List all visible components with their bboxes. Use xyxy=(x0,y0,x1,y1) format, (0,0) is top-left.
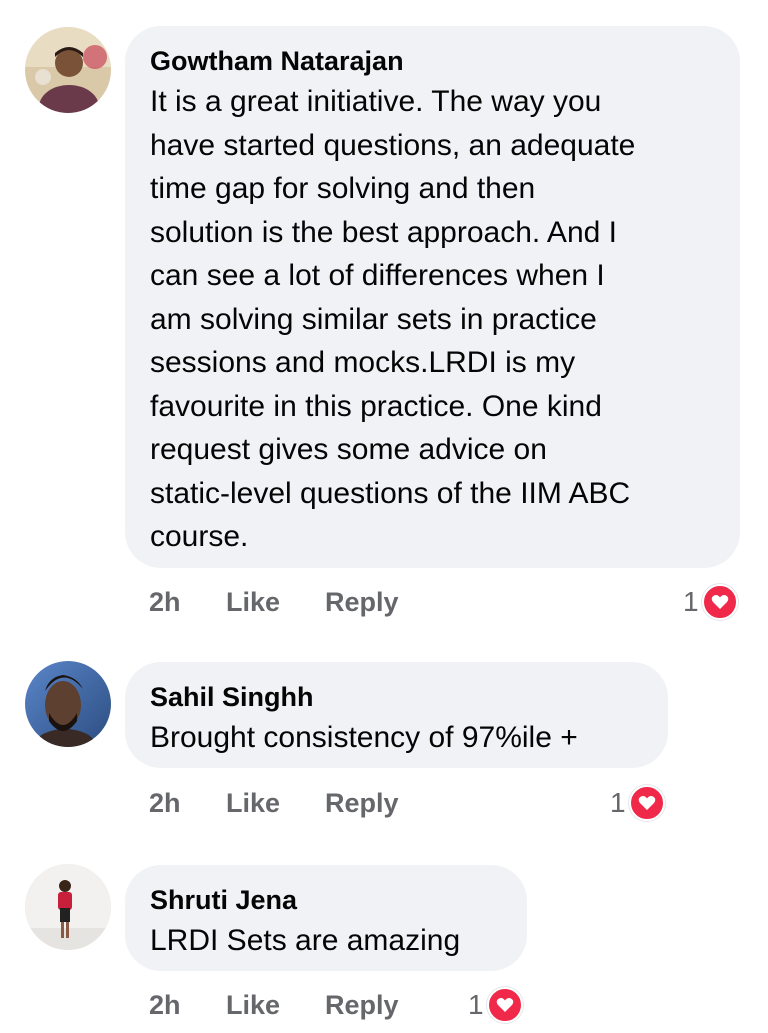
avatar-photo xyxy=(25,27,111,113)
avatar-photo xyxy=(25,864,111,950)
heart-icon xyxy=(701,584,738,620)
reaction-count: 1 xyxy=(683,586,699,617)
reply-button[interactable]: Reply xyxy=(325,585,399,619)
reaction-count: 1 xyxy=(468,989,484,1020)
avatar[interactable] xyxy=(25,661,111,747)
comment-bubble: Sahil Singhh Brought consistency of 97%i… xyxy=(125,662,668,768)
reaction-summary[interactable]: 1 xyxy=(683,584,738,620)
comment-bubble: Gowtham Natarajan It is a great initiati… xyxy=(125,26,740,568)
like-button[interactable]: Like xyxy=(226,585,280,619)
comment-time[interactable]: 2h xyxy=(149,786,181,820)
comment-author[interactable]: Sahil Singhh xyxy=(150,682,642,712)
comment-time[interactable]: 2h xyxy=(149,585,181,619)
reaction-summary[interactable]: 1 xyxy=(610,785,665,821)
comment-text: It is a great initiative. The way you ha… xyxy=(150,85,636,553)
comment-author[interactable]: Shruti Jena xyxy=(150,885,501,915)
reply-button[interactable]: Reply xyxy=(325,786,399,820)
reaction-count: 1 xyxy=(610,787,626,818)
comment-text: LRDI Sets are amazing xyxy=(150,924,461,957)
comment-author[interactable]: Gowtham Natarajan xyxy=(150,46,714,76)
avatar[interactable] xyxy=(25,864,111,950)
comment-text: Brought consistency of 97%ile + xyxy=(150,721,578,754)
comment-time[interactable]: 2h xyxy=(149,988,181,1022)
reply-button[interactable]: Reply xyxy=(325,988,399,1022)
heart-icon xyxy=(628,785,665,821)
like-button[interactable]: Like xyxy=(226,786,280,820)
comment-bubble: Shruti Jena LRDI Sets are amazing xyxy=(125,865,527,971)
avatar-photo xyxy=(25,661,111,747)
heart-icon xyxy=(486,987,523,1023)
reaction-summary[interactable]: 1 xyxy=(468,987,523,1023)
avatar[interactable] xyxy=(25,27,111,113)
like-button[interactable]: Like xyxy=(226,988,280,1022)
